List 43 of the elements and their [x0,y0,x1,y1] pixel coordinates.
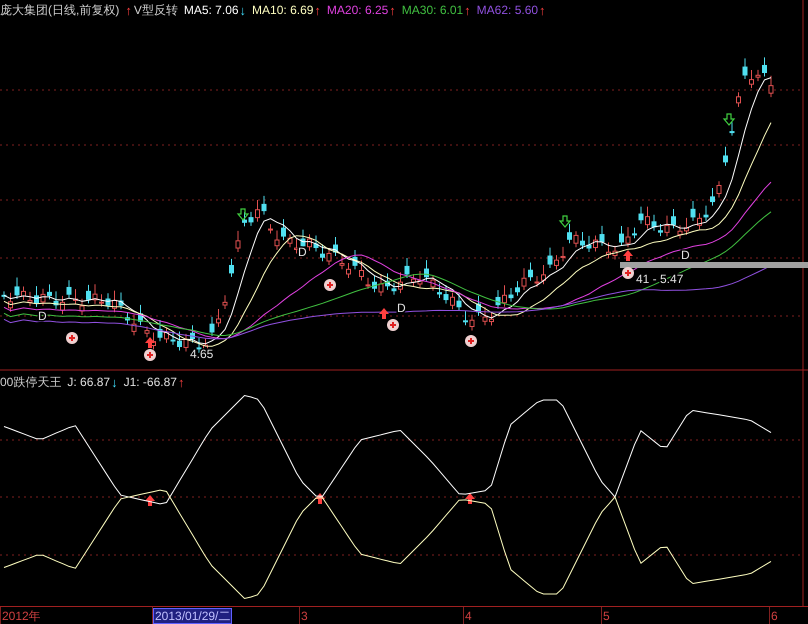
down-arrow-icon [558,215,572,228]
up-arrow-icon [315,493,325,504]
indicator-legend: J: 66.87 [67,373,110,391]
trend-arrow: ↑ [464,4,471,16]
chart-title: 庞大集团(日线,前复权) [0,2,120,19]
ma-legend: MA5: 7.06 [184,1,239,19]
chart-label: D [298,245,307,259]
trend-arrow: ↑ [178,376,184,388]
chart-label: 4.65 [190,347,214,361]
down-arrow-icon [236,208,250,221]
up-arrow-icon [145,495,155,506]
time-axis-label[interactable]: 6 [770,608,779,622]
plus-circle-icon [465,335,477,347]
ma-legend: MA20: 6.25 [326,1,388,19]
plus-circle-icon [324,279,336,291]
up-arrow-icon [465,493,475,504]
down-arrow-icon [722,113,736,126]
up-arrow-icon [379,308,389,319]
plus-circle-icon [622,267,634,279]
chart-label: D [397,301,406,315]
indicator-legend: J1: -66.87 [124,373,177,391]
time-axis-label[interactable]: 5 [602,608,611,622]
ma-legend: MA10: 6.69 [252,1,314,19]
chart-label: D [681,248,690,262]
time-axis-label[interactable]: 3 [300,608,309,622]
trend-arrow: ↑ [539,4,546,16]
plus-circle-icon [387,319,399,331]
indicator-title: 00跌停天王 [0,374,62,391]
time-axis-label[interactable]: 2012年 [1,608,42,622]
time-axis-label[interactable]: 4 [464,608,473,622]
ma-legend: MA30: 6.01 [402,1,464,19]
indicator-label: V型反转 [134,2,178,19]
trend-arrow: ↑ [314,4,321,16]
plus-circle-icon [144,349,156,361]
plus-circle-icon [66,332,78,344]
up-arrow-icon [145,337,155,348]
up-arrow-icon [623,250,633,261]
trend-arrow: ↑ [389,4,396,16]
ma-legend: MA62: 5.60 [476,1,538,19]
trend-arrow: ↓ [111,376,118,388]
time-axis-label[interactable]: 2013/01/29/二 [153,608,232,624]
trend-arrow: ↓ [240,4,246,16]
trend-arrow: ↑ [125,4,132,16]
